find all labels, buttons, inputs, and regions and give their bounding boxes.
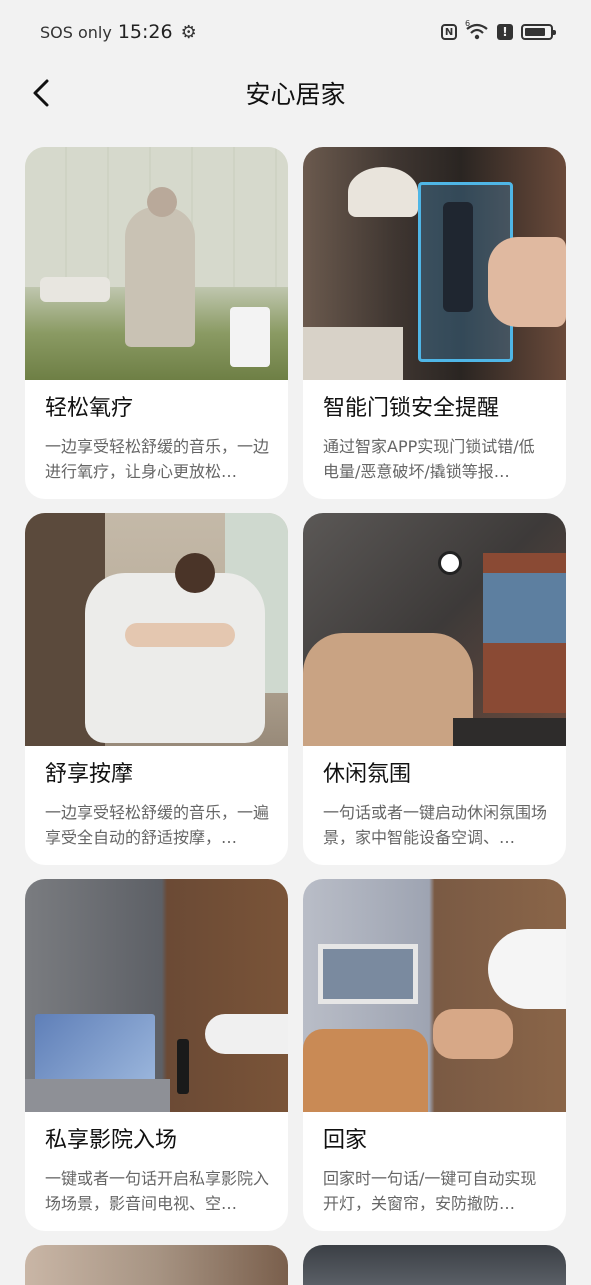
- card-image: [303, 1245, 566, 1285]
- card-title: 舒享按摩: [45, 762, 134, 787]
- status-left: SOS only 15:26 ⚙: [40, 21, 197, 43]
- alert-icon: !: [497, 24, 513, 40]
- scene-card-come-home[interactable]: 回家 回家时一句话/一键可自动实现开灯，关窗帘，安防撤防…: [303, 879, 566, 1231]
- scene-card-home-theater[interactable]: 私享影院入场 一键或者一句话开启私享影院入场场景，影音间电视、空…: [25, 879, 288, 1231]
- app-header: 安心居家: [0, 64, 591, 122]
- card-image: [303, 879, 566, 1112]
- card-description: 一句话或者一键启动休闲氛围场景，家中智能设备空调、…: [323, 803, 548, 847]
- card-image: [25, 1245, 288, 1285]
- status-bar: SOS only 15:26 ⚙ N 6 !: [0, 0, 591, 64]
- page-title: 安心居家: [245, 80, 346, 109]
- wifi-icon: 6: [465, 19, 489, 41]
- wifi-badge: 6: [465, 19, 471, 28]
- card-title: 回家: [323, 1128, 368, 1153]
- scene-card-grid: 轻松氧疗 一边享受轻松舒缓的音乐，一边进行氧疗，让身心更放松… 智能门锁安全提醒…: [25, 147, 566, 1285]
- card-image: [25, 879, 288, 1112]
- gear-icon: ⚙: [180, 21, 197, 43]
- clock: 15:26: [117, 21, 173, 43]
- scene-card-oxygen[interactable]: 轻松氧疗 一边享受轻松舒缓的音乐，一边进行氧疗，让身心更放松…: [25, 147, 288, 499]
- card-title: 休闲氛围: [323, 762, 412, 787]
- nfc-icon: N: [441, 24, 457, 40]
- carrier-text: SOS only: [40, 22, 112, 42]
- battery-fill: [525, 28, 546, 36]
- scene-card-partial[interactable]: [25, 1245, 288, 1285]
- card-title: 轻松氧疗: [45, 396, 134, 421]
- card-description: 回家时一句话/一键可自动实现开灯，关窗帘，安防撤防…: [323, 1169, 537, 1213]
- scene-card-massage[interactable]: 舒享按摩 一边享受轻松舒缓的音乐，一遍享受全自动的舒适按摩，…: [25, 513, 288, 865]
- card-image: [303, 147, 566, 380]
- scene-card-smart-lock[interactable]: 智能门锁安全提醒 通过智家APP实现门锁试错/低电量/恶意破坏/撬锁等报…: [303, 147, 566, 499]
- back-button[interactable]: [26, 76, 56, 110]
- card-title: 私享影院入场: [45, 1128, 178, 1153]
- card-image: [303, 513, 566, 746]
- card-description: 一边享受轻松舒缓的音乐，一遍享受全自动的舒适按摩，…: [45, 803, 270, 847]
- card-description: 一键或者一句话开启私享影院入场场景，影音间电视、空…: [45, 1169, 270, 1213]
- scene-card-partial[interactable]: [303, 1245, 566, 1285]
- card-title: 智能门锁安全提醒: [323, 396, 500, 421]
- card-description: 一边享受轻松舒缓的音乐，一边进行氧疗，让身心更放松…: [45, 437, 270, 481]
- scene-card-leisure[interactable]: 休闲氛围 一句话或者一键启动休闲氛围场景，家中智能设备空调、…: [303, 513, 566, 865]
- card-image: [25, 513, 288, 746]
- back-arrow-icon: [33, 79, 49, 107]
- card-description: 通过智家APP实现门锁试错/低电量/恶意破坏/撬锁等报…: [323, 437, 535, 481]
- battery-icon: [521, 24, 556, 40]
- card-image: [25, 147, 288, 380]
- status-right: N 6 !: [441, 19, 556, 41]
